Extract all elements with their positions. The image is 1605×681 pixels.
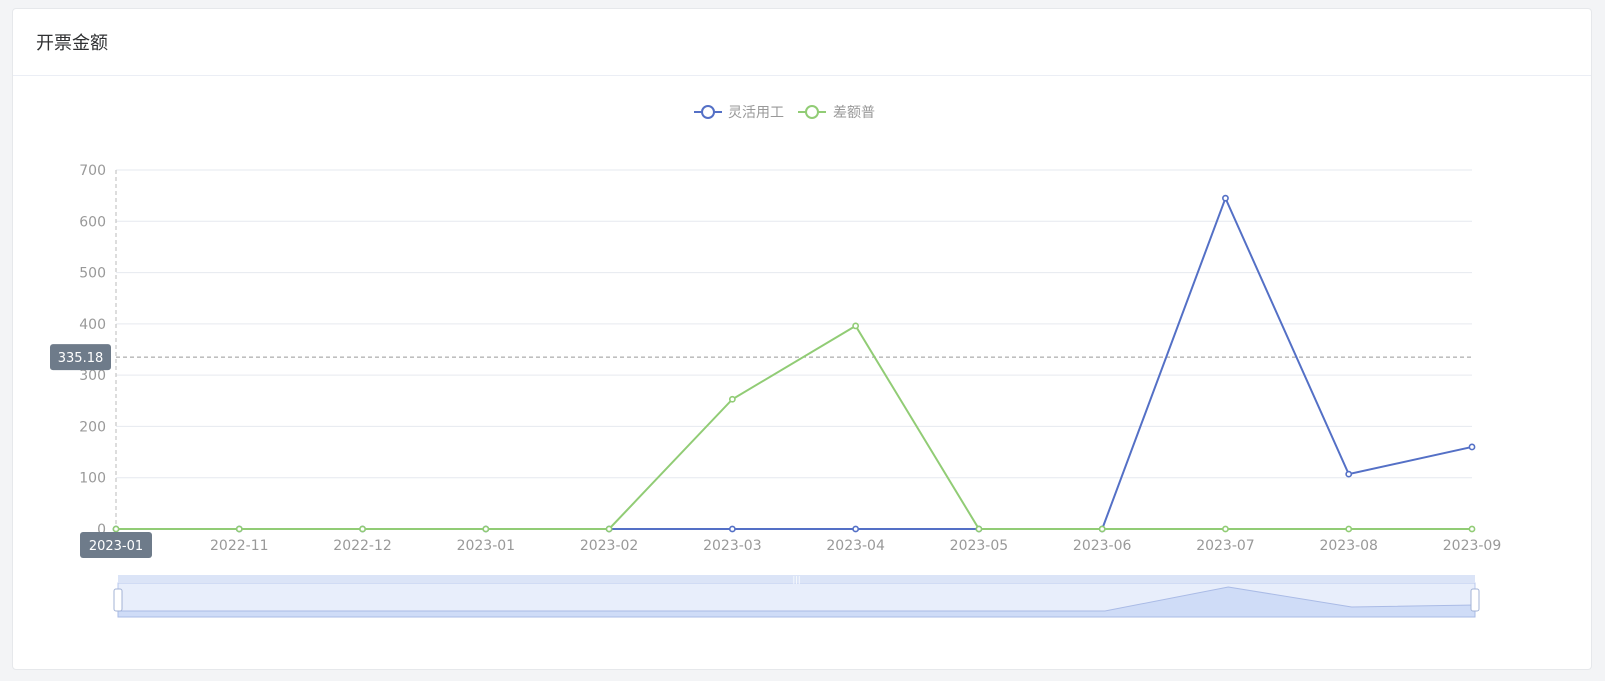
- y-tick-label-300: 300: [79, 368, 106, 384]
- data-point-1-2[interactable]: [359, 525, 366, 533]
- legend-marker-0[interactable]: [701, 105, 715, 119]
- data-point-1-10[interactable]: [1345, 525, 1353, 533]
- data-point-1-6[interactable]: [852, 322, 860, 330]
- legend-label-0[interactable]: 灵活用工: [728, 105, 784, 121]
- y-tick-label-400: 400: [79, 317, 106, 333]
- data-point-1-3[interactable]: [482, 525, 490, 533]
- x-tick-label-6: 2023-04: [826, 538, 885, 554]
- data-point-0-11[interactable]: [1468, 443, 1476, 451]
- data-point-1-9[interactable]: [1222, 525, 1229, 533]
- x-tick-label-7: 2023-05: [950, 538, 1009, 554]
- data-point-1-4[interactable]: [605, 525, 613, 533]
- data-point-1-8[interactable]: [1098, 525, 1106, 533]
- y-tick-label-600: 600: [79, 214, 106, 230]
- x-tick-label-9: 2023-07: [1196, 538, 1255, 554]
- series-line-1: [116, 324, 1472, 530]
- y-pointer-label: 335.18: [58, 351, 104, 366]
- y-tick-label-700: 700: [79, 163, 106, 179]
- x-tick-label-11: 2023-09: [1443, 538, 1502, 554]
- x-tick-label-1: 2022-11: [210, 538, 269, 554]
- y-tick-label-100: 100: [79, 471, 106, 487]
- datazoom-handle-right[interactable]: [1470, 588, 1480, 612]
- data-point-0-6[interactable]: [852, 525, 860, 533]
- data-point-1-7[interactable]: [975, 525, 983, 533]
- data-point-1-1[interactable]: [235, 525, 243, 533]
- x-tick-label-8: 2023-06: [1073, 538, 1132, 554]
- data-point-1-11[interactable]: [1468, 525, 1476, 533]
- x-tick-label-10: 2023-08: [1319, 538, 1378, 554]
- x-tick-label-4: 2023-02: [580, 538, 639, 554]
- x-tick-label-5: 2023-03: [703, 538, 762, 554]
- legend-marker-1[interactable]: [805, 105, 819, 119]
- data-point-0-10[interactable]: [1345, 470, 1353, 478]
- y-tick-label-500: 500: [79, 266, 106, 282]
- x-pointer-label: 2023-01: [89, 539, 143, 554]
- data-point-0-5[interactable]: [728, 525, 736, 533]
- data-point-1-0[interactable]: [112, 525, 120, 533]
- y-tick-label-200: 200: [79, 419, 106, 435]
- datazoom-grip-icon[interactable]: |||: [792, 575, 800, 584]
- datazoom-handle-left[interactable]: [113, 588, 123, 612]
- data-point-1-5[interactable]: [728, 395, 736, 403]
- x-tick-label-3: 2023-01: [457, 538, 516, 554]
- legend-label-1[interactable]: 差额普: [833, 105, 875, 121]
- x-tick-label-2: 2022-12: [333, 538, 392, 554]
- line-chart: 01002003004005006007002023-012022-112022…: [50, 105, 1502, 618]
- data-point-0-9[interactable]: [1222, 194, 1229, 202]
